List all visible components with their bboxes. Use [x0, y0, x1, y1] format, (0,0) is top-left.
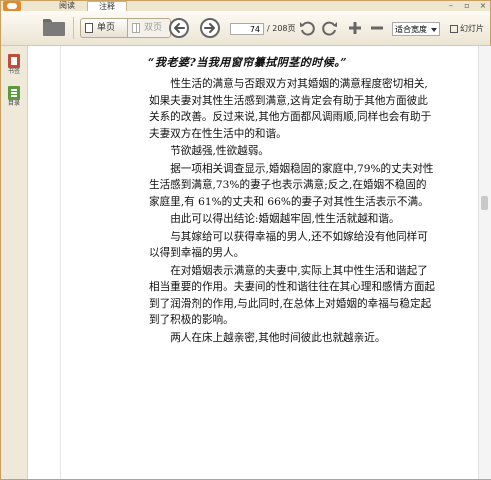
text-line: 相当重要的作用。夫妻间的性和谐往往在其心理和感情方面起 [149, 281, 436, 293]
vertical-scrollbar[interactable] [478, 46, 491, 479]
paragraph: 性生活的满意与否跟双方对其婚姻的满意程度密切相关, 如果夫妻对其性生活感到满意,这… [149, 76, 473, 142]
zoom-out-icon[interactable] [369, 20, 385, 36]
document-page: “我老婆?当我用窗帘纂拭阴茎的时候。” 性生活的满意与否跟双方对其婚姻的满意程度… [60, 46, 481, 479]
paragraph: 据一项相关调查显示,婚姻稳固的家庭中,79%的丈夫对性生活感到满意,73%的妻子… [149, 161, 473, 211]
text-line: 夫妻双方在性生活中的和谐。 [149, 127, 287, 140]
toolbar-divider [73, 17, 74, 39]
zoom-select[interactable]: 适合宽度 [392, 22, 440, 36]
maximize-icon[interactable]: ▫ [462, 1, 472, 10]
table-of-contents-icon [8, 86, 20, 100]
paragraph: 在对婚姻表示满意的夫妻中,实际上其中性生活和谐起了相当重要的作用。夫妻间的性和谐… [149, 263, 473, 329]
tab-notes[interactable]: 注释 [87, 1, 127, 11]
sidebar-item-label: 目录 [7, 100, 20, 107]
text-line: 性生活的满意与否跟双方对其婚姻的满意程度密切相关, [170, 78, 428, 90]
single-page-icon [85, 23, 93, 33]
paragraph: 两人在床上越亲密,其他时间彼此也就越亲近。 [149, 330, 473, 347]
text-line: 与其嫁给可以获得幸福的男人,还不如嫁给没有他同样可 [170, 230, 428, 243]
text-line: 两人在床上越亲密,其他时间彼此也就越亲近。 [170, 331, 386, 344]
text-line: 以得到幸福的男人。 [149, 247, 245, 259]
sidebar-item-toc[interactable]: 目录 [4, 86, 24, 108]
page-number-input[interactable]: 74 [230, 23, 264, 35]
slideshow-button[interactable]: 幻灯片 [450, 23, 484, 35]
text-line: 到了润滑剂的作用,与此同时,在总体上对婚姻的幸福与稳定起 [149, 297, 432, 310]
scrollbar-thumb[interactable] [481, 196, 488, 210]
sidebar-item-label: 书签 [7, 68, 20, 75]
arrow-left-icon [174, 23, 185, 33]
bookmark-icon [8, 54, 20, 68]
double-page-button[interactable]: 双页 [127, 18, 171, 38]
chevron-down-icon [431, 28, 437, 32]
next-page-button[interactable] [200, 18, 220, 38]
text-line: 如果夫妻对其性生活感到满意,这肯定会有助于其他方面彼此 [149, 94, 428, 107]
double-page-label: 双页 [144, 23, 163, 33]
close-icon[interactable]: × [478, 1, 488, 10]
arrow-right-icon [204, 23, 215, 33]
single-page-label: 单页 [97, 23, 116, 33]
text-line: 到了积极的影响。 [149, 314, 234, 326]
zoom-in-icon[interactable] [347, 20, 363, 36]
text-line: 生活感到满意,73%的妻子也表示满意;反之,在婚姻不稳固的 [149, 179, 427, 191]
paragraph: 与其嫁给可以获得幸福的男人,还不如嫁给没有他同样可以得到幸福的男人。 [149, 229, 473, 262]
rotate-left-icon[interactable] [299, 20, 315, 36]
toolbar: 单页 双页 74 / 208页 适合宽度 幻灯片 [1, 11, 490, 46]
page-total: / 208页 [267, 24, 296, 33]
paragraph: 由此可以得出结论:婚姻越牢固,性生活就越和谐。 [149, 211, 473, 228]
text-line: 家庭里,有 61%的丈夫和 66%的妻子对其性生活表示不满。 [149, 195, 429, 208]
sidebar-item-bookmarks[interactable]: 书签 [4, 54, 24, 76]
text-line: 关系的改善。反过来说,其他方面都风调雨顺,同样也会有助于 [149, 111, 432, 123]
text-line: 在对婚姻表示满意的夫妻中,实际上其中性生活和谐起了 [170, 264, 428, 277]
previous-page-button[interactable] [169, 18, 189, 38]
slideshow-icon [450, 25, 458, 33]
single-page-button[interactable]: 单页 [80, 18, 128, 38]
text-line: 节欲越强,性欲越弱。 [170, 145, 269, 157]
tab-bar: 阅读 注释 – ▫ × [1, 1, 490, 11]
slideshow-label: 幻灯片 [460, 24, 484, 33]
tab-read[interactable]: 阅读 [47, 1, 87, 11]
double-page-icon [132, 23, 140, 33]
reader-window: 阅读 注释 – ▫ × 单页 双页 74 / 208页 适合宽度 幻灯片 书签 … [0, 0, 491, 480]
left-sidebar: 书签 目录 [1, 46, 28, 479]
page-heading: “我老婆?当我用窗帘纂拭阴茎的时候。” [148, 56, 348, 69]
text-line: 由此可以得出结论:婚姻越牢固,性生活就越和谐。 [170, 213, 400, 225]
app-logo-icon [3, 1, 21, 11]
minimize-icon[interactable]: – [446, 1, 456, 10]
text-line: 据一项相关调查显示,婚姻稳固的家庭中,79%的丈夫对性 [170, 162, 434, 175]
zoom-select-value: 适合宽度 [395, 25, 427, 34]
paragraph: 节欲越强,性欲越弱。 [149, 143, 473, 160]
rotate-right-icon[interactable] [322, 20, 338, 36]
document-view: “我老婆?当我用窗帘纂拭阴茎的时候。” 性生活的满意与否跟双方对其婚姻的满意程度… [28, 46, 481, 479]
open-folder-icon[interactable] [43, 19, 65, 36]
